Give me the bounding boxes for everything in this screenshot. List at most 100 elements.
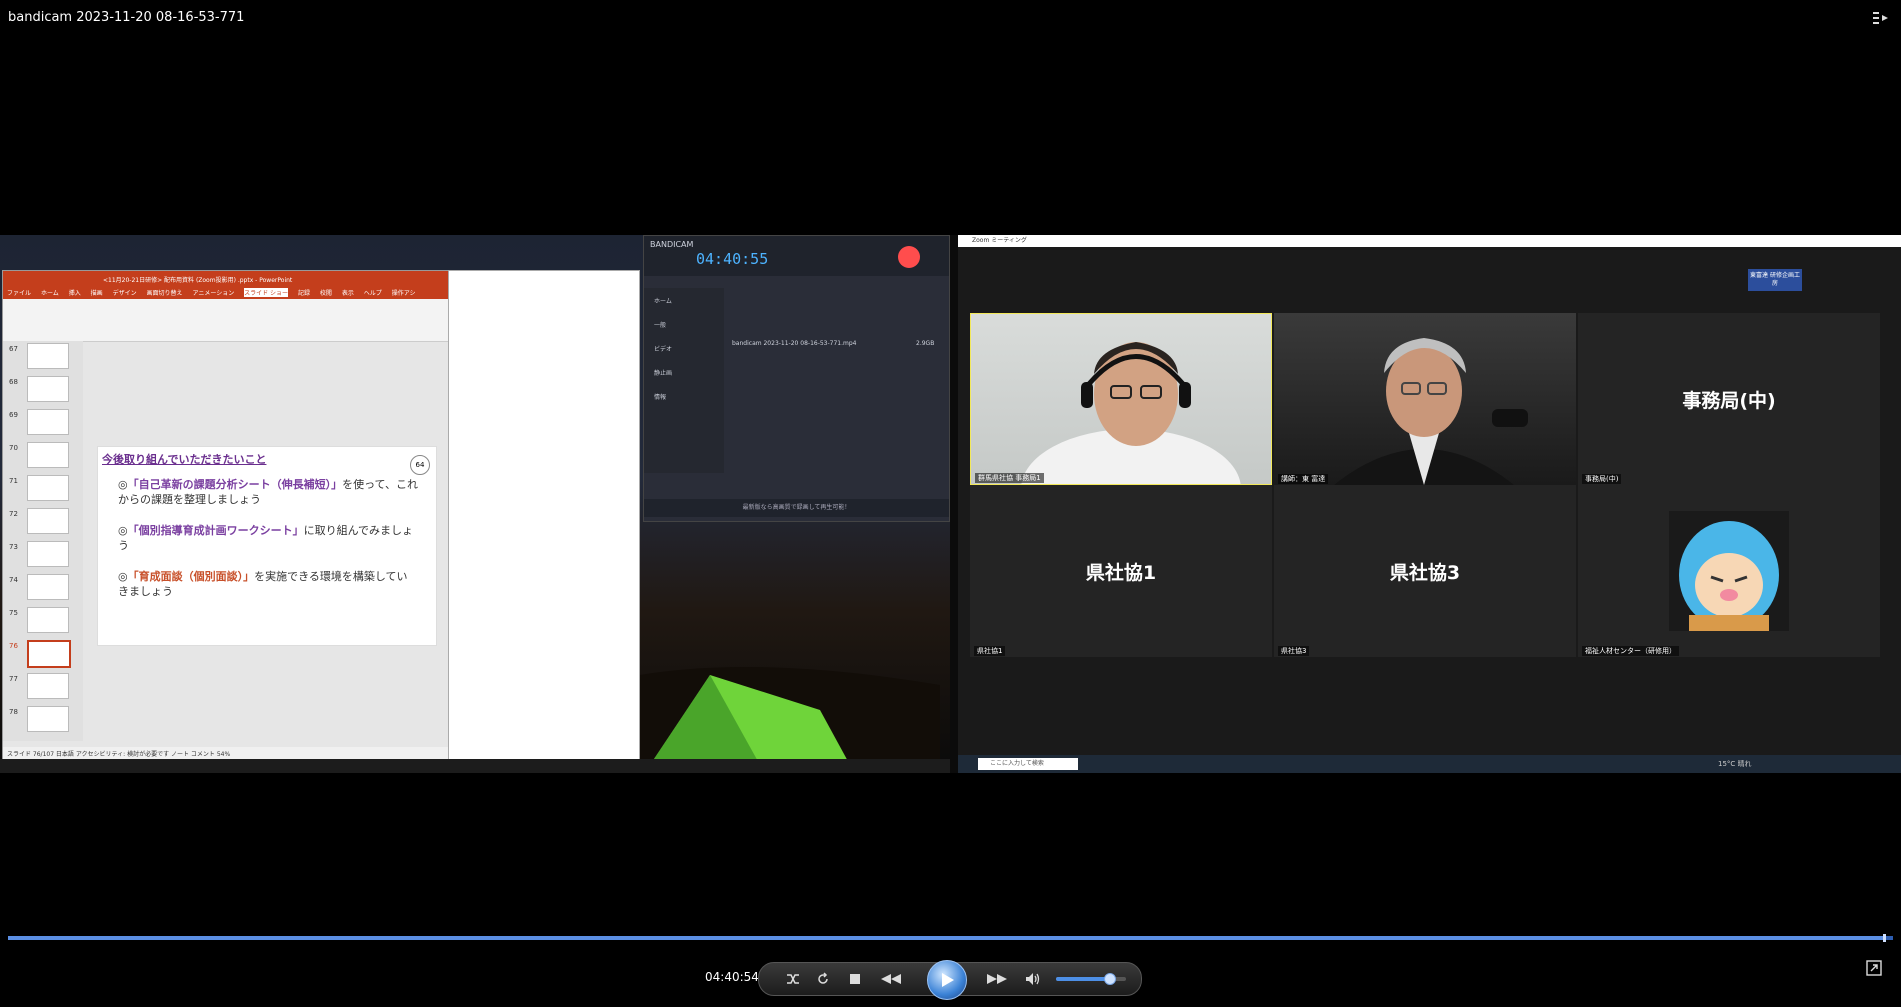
current-slide: 今後取り組んでいただきたいこと 64 ◎「自己革新の課題分析シート（伸長補短）」…: [97, 446, 437, 646]
ribbon-tab[interactable]: ホーム: [41, 288, 59, 297]
speaker-icon: [1026, 973, 1040, 985]
ribbon-tab[interactable]: 表示: [342, 288, 354, 297]
bandicam-sidebar-item[interactable]: 情報: [654, 392, 666, 401]
participant-label: [1578, 485, 1880, 657]
ribbon-tab[interactable]: ファイル: [7, 288, 31, 297]
powerpoint-window-title: <11月20-21日研修> 配布用資料 (Zoom投影用) .pptx - Po…: [103, 277, 293, 284]
bandicam-sidebar-item[interactable]: 一般: [654, 320, 666, 329]
recorded-file-name[interactable]: bandicam 2023-11-20 08-16-53-771.mp4: [732, 340, 857, 347]
ribbon-tab[interactable]: ヘルプ: [364, 288, 382, 297]
thumb-number: 71: [9, 477, 18, 485]
video-title: bandicam 2023-11-20 08-16-53-771: [8, 10, 245, 25]
previous-button[interactable]: [877, 969, 905, 989]
bandicam-footer: 最新版なら高画質で録画して再生可能！: [644, 499, 949, 517]
slide-bullet: ◎「個別指導育成計画ワークシート」に取り組んでみましょう: [118, 523, 418, 553]
recorded-file-size: 2.9GB: [916, 340, 935, 347]
seek-bar[interactable]: [8, 934, 1893, 942]
participant-tile[interactable]: 県社協1 県社協1: [970, 485, 1272, 657]
participant-tile-active[interactable]: 群馬県社協 事務局1: [970, 313, 1272, 485]
tent-wallpaper-image: [640, 667, 940, 765]
slide-thumbnail[interactable]: [27, 376, 69, 402]
ribbon-tab[interactable]: 画面切り替え: [147, 288, 183, 297]
windows-taskbar-left: [0, 759, 950, 773]
video-frame[interactable]: <11月20-21日研修> 配布用資料 (Zoom投影用) .pptx - Po…: [0, 235, 1901, 773]
slide-thumbnail[interactable]: [27, 574, 69, 600]
slide-thumbnail[interactable]: [27, 607, 69, 633]
playlist-toggle-icon[interactable]: [1873, 12, 1889, 24]
participant-name: 群馬県社協 事務局1: [975, 473, 1044, 483]
bandicam-header: BANDICAM 04:40:55: [644, 236, 949, 276]
fast-forward-icon: [987, 974, 1007, 984]
seek-bar-handle[interactable]: [1882, 934, 1886, 942]
ribbon-tab[interactable]: デザイン: [113, 288, 137, 297]
bandicam-sidebar-item[interactable]: ビデオ: [654, 344, 672, 353]
zoom-titlebar: Zoom ミーティング: [958, 235, 1901, 247]
ribbon-tab[interactable]: スライド ショー: [244, 288, 289, 297]
participant-tile[interactable]: 県社協3 県社協3: [1274, 485, 1576, 657]
powerpoint-statusbar: スライド 76/107 日本語 アクセシビリティ: 検討が必要です ノート コメ…: [3, 747, 449, 759]
player-controls: [758, 960, 1142, 1000]
stop-icon: [850, 974, 860, 984]
slide-thumbnail[interactable]: [27, 673, 69, 699]
bandicam-sidebar: ホーム 一般 ビデオ 静止画 情報: [644, 288, 724, 473]
slide-number-badge: 64: [410, 455, 430, 475]
captured-left-desktop: <11月20-21日研修> 配布用資料 (Zoom投影用) .pptx - Po…: [0, 235, 950, 773]
ribbon-tab[interactable]: 記録: [298, 288, 310, 297]
play-button[interactable]: [927, 960, 967, 1000]
ribbon-tab[interactable]: 描画: [91, 288, 103, 297]
zoom-meeting-window: Zoom ミーティング 東富達 研修企画工房 群馬県社協 事務局1 講師：東 富…: [958, 235, 1901, 773]
file-explorer-window: [448, 270, 640, 760]
slide-thumbnail[interactable]: [27, 475, 69, 501]
slide-thumbnail[interactable]: [27, 409, 69, 435]
participant-name: 事務局(中): [1582, 474, 1622, 484]
participant-tile[interactable]: 福祉人材センター（研修用）: [1578, 485, 1880, 657]
participant-label: 県社協1: [1085, 561, 1157, 584]
windows-taskbar-right: ここに入力して検索 15°C 晴れ: [958, 755, 1901, 773]
volume-knob[interactable]: [1103, 973, 1116, 985]
thumb-number: 77: [9, 675, 18, 683]
rewind-icon: [881, 974, 901, 984]
fullscreen-icon[interactable]: [1866, 960, 1882, 976]
next-button[interactable]: [983, 969, 1011, 989]
repeat-button[interactable]: [813, 969, 833, 989]
weather-text: 15°C 晴れ: [1718, 760, 1752, 768]
participant-name: 県社協1: [974, 646, 1006, 656]
stop-button[interactable]: [845, 969, 865, 989]
bandicam-sidebar-item[interactable]: 静止画: [654, 368, 672, 377]
participant-name: 講師：東 富達: [1278, 474, 1329, 484]
volume-slider[interactable]: [1056, 973, 1126, 985]
participant-label: [1274, 313, 1576, 485]
bandicam-sidebar-item[interactable]: ホーム: [654, 296, 672, 305]
thumb-number: 70: [9, 444, 18, 452]
ribbon-tab[interactable]: 挿入: [69, 288, 81, 297]
slide-thumbnail[interactable]: [27, 343, 69, 369]
record-stop-button[interactable]: [898, 246, 920, 268]
thumb-number: 68: [9, 378, 18, 386]
shuffle-button[interactable]: [783, 969, 803, 989]
mute-button[interactable]: [1023, 969, 1043, 989]
slide-thumbnail[interactable]: [27, 541, 69, 567]
thumb-number: 74: [9, 576, 18, 584]
participant-name: 福祉人材センター（研修用）: [1582, 646, 1679, 656]
ribbon-tab[interactable]: 校閲: [320, 288, 332, 297]
bandicam-logo: BANDICAM: [650, 240, 694, 249]
slide-thumbnail[interactable]: [27, 442, 69, 468]
participant-tile[interactable]: 講師：東 富達: [1274, 313, 1576, 485]
participant-label: 事務局(中): [1682, 389, 1776, 412]
taskbar-search-box[interactable]: ここに入力して検索: [978, 758, 1078, 770]
thumb-number: 76: [9, 642, 18, 650]
shuffle-icon: [787, 974, 799, 984]
powerpoint-ribbon: [3, 299, 449, 342]
thumb-number: 69: [9, 411, 18, 419]
slide-thumbnail[interactable]: [27, 508, 69, 534]
participant-tile[interactable]: 事務局(中) 事務局(中): [1578, 313, 1880, 485]
ribbon-tab[interactable]: アニメーション: [192, 288, 234, 297]
bullet-highlight: 「個別指導育成計画ワークシート」: [127, 524, 304, 537]
status-text: スライド 76/107 日本語 アクセシビリティ: 検討が必要です ノート コメ…: [7, 751, 231, 758]
slide-thumbnail-selected[interactable]: [27, 640, 71, 668]
ribbon-tab[interactable]: 操作アシ: [392, 288, 416, 297]
slide-thumbnail[interactable]: [27, 706, 69, 732]
thumb-number: 75: [9, 609, 18, 617]
bullet-mark: ◎: [118, 478, 128, 491]
slide-thumbnail-pane: 67 68 69 70 71 72 73 74 75 76 77 78: [3, 341, 83, 741]
